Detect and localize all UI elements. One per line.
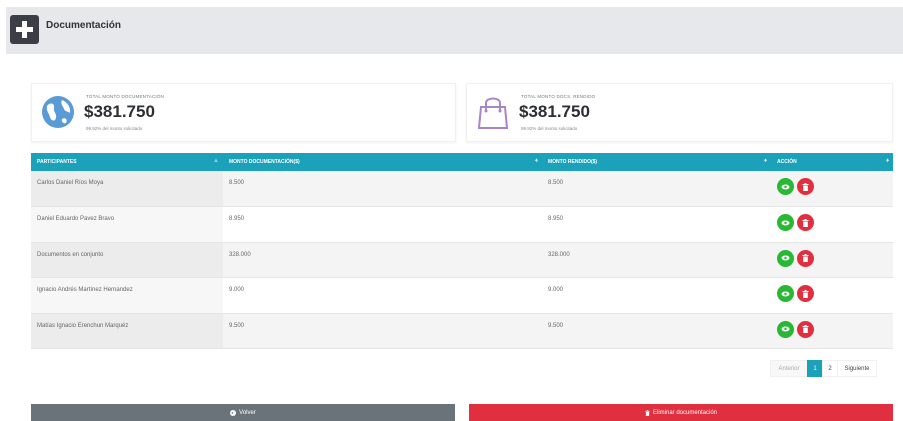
trash-icon (802, 254, 809, 262)
column-header-action[interactable]: ACCIÓN ♦ (771, 153, 893, 171)
table-row: Documentos en conjunto 328.000 328.000 (31, 242, 893, 278)
card-label: TOTAL MONTO DOCUMENTACIÓN (86, 94, 165, 99)
action-cell (771, 171, 893, 207)
card-note: 99.92% del monto solicitado (86, 126, 143, 131)
trash-icon (802, 182, 809, 191)
action-cell (771, 277, 893, 314)
sort-icon[interactable]: ♦ (886, 158, 889, 164)
participant-cell: Daniel Eduardo Pavez Bravo (31, 206, 223, 243)
delete-documentation-button[interactable]: Eliminar documentación (469, 404, 893, 421)
trash-icon (802, 218, 809, 227)
plus-square-icon (10, 15, 39, 44)
view-button[interactable] (777, 285, 794, 302)
doc-amount-cell: 328.000 (223, 242, 542, 278)
card-label: TOTAL MONTO DOCS. RENDIDO (521, 94, 596, 99)
column-header-doc-amount[interactable]: MONTO DOCUMENTACIÓN($) ♦ (223, 153, 542, 171)
page-title: Documentación (46, 20, 122, 31)
eye-icon (781, 326, 790, 332)
eye-icon (781, 255, 790, 261)
delete-button[interactable] (797, 214, 814, 231)
globe-icon (42, 96, 74, 128)
view-button[interactable] (777, 249, 794, 267)
card-note: 99.92% del monto solicitado (521, 126, 578, 131)
delete-button[interactable] (797, 249, 814, 267)
delete-button[interactable] (797, 178, 814, 195)
view-button[interactable] (777, 320, 794, 338)
participant-cell: Ignacio Andrés Martínez Hernandez (31, 277, 223, 314)
sort-icon[interactable]: ♦ (764, 158, 767, 164)
participant-cell: Matías Ignacio Erenchun Marquéz (31, 313, 223, 349)
sort-icon[interactable]: ▲ (213, 158, 219, 164)
rendered-amount-cell: 8.500 (542, 171, 771, 207)
rendered-amount-cell: 8.950 (542, 206, 771, 243)
card-value: $381.750 (519, 102, 590, 121)
pagination-page-2[interactable]: 2 (822, 360, 838, 377)
doc-amount-cell: 8.500 (223, 171, 542, 207)
trash-icon (802, 289, 809, 298)
sort-icon[interactable]: ♦ (535, 158, 538, 164)
view-button[interactable] (777, 178, 794, 195)
pagination-prev[interactable]: Anterior (770, 360, 808, 377)
rendered-amount-cell: 328.000 (542, 242, 771, 278)
delete-button[interactable] (797, 320, 814, 338)
page-header: Documentación (6, 7, 903, 54)
total-documentation-card: TOTAL MONTO DOCUMENTACIÓN $381.750 99.92… (31, 83, 456, 142)
table-row: Ignacio Andrés Martínez Hernandez 9.000 … (31, 277, 893, 314)
action-cell (771, 242, 893, 278)
table-row: Daniel Eduardo Pavez Bravo 8.950 8.950 (31, 206, 893, 243)
table-row: Carlos Daniel Ríos Moya 8.500 8.500 (31, 171, 893, 207)
eye-icon (781, 220, 790, 225)
arrow-left-circle-icon (230, 409, 237, 416)
card-value: $381.750 (84, 102, 155, 121)
eye-icon (781, 291, 790, 296)
doc-amount-cell: 9.500 (223, 313, 542, 349)
doc-amount-cell: 8.950 (223, 206, 542, 243)
back-button[interactable]: Volver (31, 404, 455, 421)
view-button[interactable] (777, 214, 794, 231)
participant-cell: Documentos en conjunto (31, 242, 223, 278)
total-rendered-card: TOTAL MONTO DOCS. RENDIDO $381.750 99.92… (466, 83, 893, 142)
trash-icon (802, 325, 809, 333)
trash-icon (645, 409, 650, 416)
table-row: Matías Ignacio Erenchun Marquéz 9.500 9.… (31, 313, 893, 349)
shopping-bag-icon (477, 97, 509, 129)
pagination-page-1[interactable]: 1 (807, 360, 823, 377)
pagination-next[interactable]: Siguiente (837, 360, 877, 377)
pagination: Anterior 1 2 Siguiente (770, 360, 877, 377)
participants-table: PARTICIPANTES ▲ MONTO DOCUMENTACIÓN($) ♦ M… (31, 153, 893, 349)
rendered-amount-cell: 9.500 (542, 313, 771, 349)
column-header-participants[interactable]: PARTICIPANTES ▲ (31, 153, 223, 171)
rendered-amount-cell: 9.000 (542, 277, 771, 314)
eye-icon (781, 184, 790, 189)
delete-button[interactable] (797, 285, 814, 302)
action-cell (771, 206, 893, 243)
column-header-rendered-amount[interactable]: MONTO RENDIDO($) ♦ (542, 153, 771, 171)
participant-cell: Carlos Daniel Ríos Moya (31, 171, 223, 207)
action-cell (771, 313, 893, 349)
doc-amount-cell: 9.000 (223, 277, 542, 314)
